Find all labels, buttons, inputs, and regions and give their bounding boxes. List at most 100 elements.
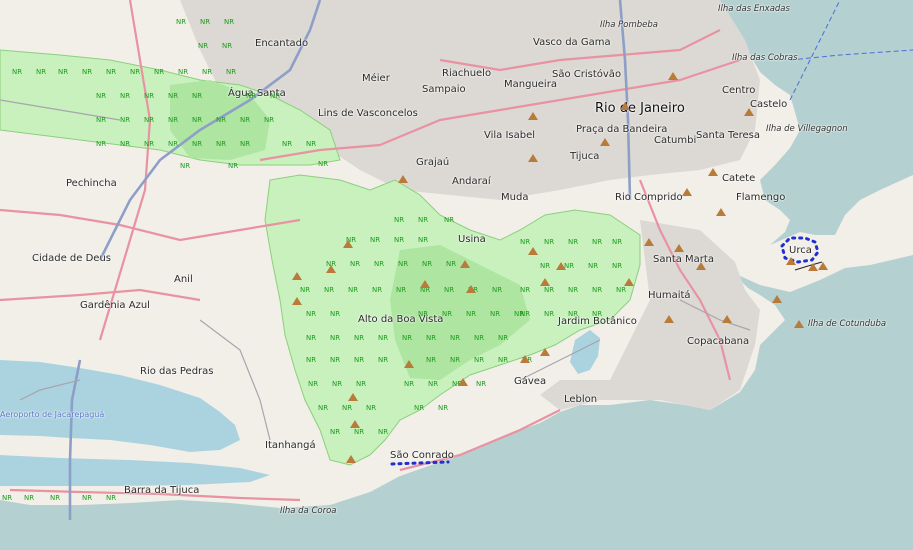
place-label-meier: Méier [362, 73, 390, 84]
nature-reserve-marker: NR [2, 494, 13, 502]
nature-reserve-marker: NR [540, 262, 551, 270]
nature-reserve-marker: NR [592, 286, 603, 294]
nature-reserve-marker: NR [446, 260, 457, 268]
peak-triangle-icon [350, 420, 360, 428]
nature-reserve-marker: NR [476, 380, 487, 388]
nature-reserve-marker: NR [490, 310, 501, 318]
nature-reserve-marker: NR [144, 140, 155, 148]
nature-reserve-marker: NR [36, 68, 47, 76]
nature-reserve-marker: NR [192, 92, 203, 100]
place-label-leblon: Leblon [564, 394, 598, 405]
nature-reserve-marker: NR [318, 404, 329, 412]
peak-triangle-icon [664, 315, 674, 323]
nature-reserve-marker: NR [394, 236, 405, 244]
peak-triangle-icon [466, 285, 476, 293]
nature-reserve-marker: NR [144, 92, 155, 100]
place-label-copacabana: Copacabana [687, 336, 750, 347]
peak-triangle-icon [620, 102, 630, 110]
nature-reserve-marker: NR [474, 334, 485, 342]
nature-reserve-marker: NR [82, 68, 93, 76]
nature-reserve-marker: NR [354, 428, 365, 436]
map-view[interactable]: Encantado Água Santa Méier Riachuelo Vas… [0, 0, 913, 550]
nature-reserve-marker: NR [612, 262, 623, 270]
nature-reserve-marker: NR [428, 380, 439, 388]
nature-reserve-marker: NR [106, 494, 117, 502]
peak-triangle-icon [326, 265, 336, 273]
nature-reserve-marker: NR [240, 140, 251, 148]
nature-reserve-marker: NR [450, 356, 461, 364]
nature-reserve-marker: NR [96, 92, 107, 100]
nature-reserve-marker: NR [270, 92, 281, 100]
nature-reserve-marker: NR [404, 380, 415, 388]
nature-reserve-marker: NR [96, 140, 107, 148]
place-label-cidade-deus: Cidade de Deus [32, 253, 111, 264]
nature-reserve-marker: NR [330, 356, 341, 364]
nature-reserve-marker: NR [418, 236, 429, 244]
place-label-andarai: Andaraí [452, 176, 491, 187]
place-label-mangueira: Mangueira [504, 79, 557, 90]
nature-reserve-marker: NR [450, 334, 461, 342]
nature-reserve-marker: NR [324, 286, 335, 294]
nature-reserve-marker: NR [378, 428, 389, 436]
place-label-flamengo: Flamengo [736, 192, 786, 203]
place-label-itanhanga: Itanhangá [265, 440, 316, 451]
nature-reserve-marker: NR [226, 68, 237, 76]
peak-triangle-icon [744, 108, 754, 116]
nature-reserve-marker: NR [396, 286, 407, 294]
place-label-barra: Barra da Tijuca [124, 485, 200, 496]
nature-reserve-marker: NR [544, 238, 555, 246]
place-label-gavea: Gávea [514, 376, 547, 387]
nature-reserve-marker: NR [330, 334, 341, 342]
nature-reserve-marker: NR [374, 260, 385, 268]
nature-reserve-marker: NR [474, 356, 485, 364]
nature-reserve-marker: NR [544, 310, 555, 318]
nature-reserve-marker: NR [246, 92, 257, 100]
place-label-anil: Anil [174, 274, 193, 285]
nature-reserve-marker: NR [308, 380, 319, 388]
place-label-santa-teresa: Santa Teresa [696, 130, 760, 141]
peak-triangle-icon [404, 360, 414, 368]
nature-reserve-marker: NR [398, 260, 409, 268]
nature-reserve-marker: NR [300, 286, 311, 294]
peak-triangle-icon [528, 154, 538, 162]
peak-triangle-icon [600, 138, 610, 146]
nature-reserve-marker: NR [50, 494, 61, 502]
place-label-ilha-cobras: Ilha das Cobras [732, 53, 798, 63]
peak-triangle-icon [520, 355, 530, 363]
nature-reserve-marker: NR [216, 140, 227, 148]
place-label-catumbi: Catumbi [654, 135, 697, 146]
nature-reserve-marker: NR [306, 140, 317, 148]
peak-triangle-icon [460, 260, 470, 268]
place-label-ilha-enxadas: Ilha das Enxadas [718, 4, 790, 14]
nature-reserve-marker: NR [498, 334, 509, 342]
nature-reserve-marker: NR [240, 116, 251, 124]
nature-reserve-marker: NR [282, 140, 293, 148]
peak-triangle-icon [786, 257, 796, 265]
place-label-alto-boa-vista: Alto da Boa Vista [358, 314, 444, 325]
peak-triangle-icon [772, 295, 782, 303]
peak-triangle-icon [346, 455, 356, 463]
place-label-sampaio: Sampaio [422, 84, 466, 95]
place-label-ilha-cotunduba: Ilha de Cotunduba [808, 319, 887, 329]
place-label-encantado: Encantado [255, 38, 309, 49]
peak-triangle-icon [420, 280, 430, 288]
nature-reserve-marker: NR [130, 68, 141, 76]
nature-reserve-marker: NR [330, 310, 341, 318]
nature-reserve-marker: NR [96, 116, 107, 124]
nature-reserve-marker: NR [444, 286, 455, 294]
nature-reserve-marker: NR [176, 18, 187, 26]
nature-reserve-marker: NR [418, 216, 429, 224]
place-label-urca: Urca [789, 245, 812, 256]
nature-reserve-marker: NR [394, 216, 405, 224]
peak-triangle-icon [398, 175, 408, 183]
nature-reserve-marker: NR [354, 356, 365, 364]
place-label-rio-pedras: Rio das Pedras [140, 366, 214, 377]
place-label-vila-isabel: Vila Isabel [484, 130, 536, 141]
peak-triangle-icon [292, 297, 302, 305]
nature-reserve-marker: NR [544, 286, 555, 294]
nature-reserve-marker: NR [154, 68, 165, 76]
peak-triangle-icon [682, 188, 692, 196]
place-label-castelo: Castelo [750, 99, 788, 110]
nature-reserve-marker: NR [222, 42, 233, 50]
nature-reserve-marker: NR [498, 356, 509, 364]
